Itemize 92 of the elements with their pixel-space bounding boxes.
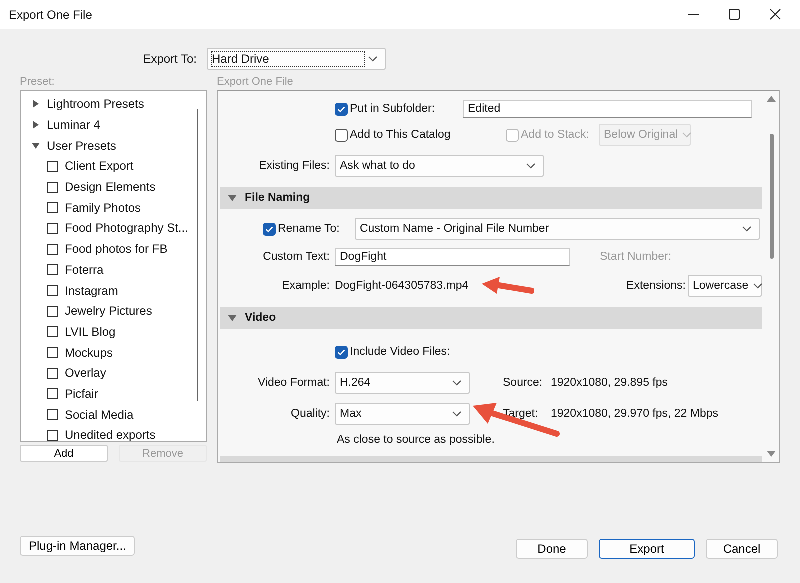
checkbox-label: Add to This Catalog [350, 129, 452, 141]
dialog-button[interactable]: Export [599, 538, 695, 558]
triangle-down-icon [32, 142, 40, 150]
preset-item[interactable]: Picfair [65, 386, 98, 401]
triangle-down-icon [228, 194, 237, 202]
extensions-dropdown[interactable]: Lowercase [688, 275, 762, 297]
checkbox[interactable] [47, 326, 58, 338]
chevron-down-icon [752, 283, 763, 289]
checkbox[interactable] [47, 222, 58, 234]
preset-item[interactable]: Design Elements [65, 180, 156, 194]
preset-item[interactable]: Food photos for FB [65, 242, 168, 256]
tree-folder[interactable]: Lightroom Presets [21, 94, 197, 115]
checkbox[interactable] [47, 285, 58, 296]
source-label: Source: [503, 377, 544, 389]
subfolder-field[interactable]: Edited [463, 100, 752, 118]
field-label: Example: [281, 280, 330, 292]
checkbox-label: Add to Stack: [521, 129, 590, 141]
preset-item[interactable]: Family Photos [65, 200, 142, 215]
preset-button[interactable]: Add [20, 445, 108, 462]
checkbox-label: Rename To: [278, 222, 340, 236]
checkbox-label: Include Video Files: [350, 346, 450, 358]
checkbox[interactable] [335, 128, 348, 142]
checkmark-icon [337, 348, 346, 356]
tree-folder[interactable]: Luminar 4 [21, 114, 197, 136]
window-title: Export One File [9, 8, 92, 22]
checkbox[interactable] [335, 346, 348, 358]
checkbox[interactable] [47, 347, 58, 358]
rename-dropdown[interactable]: Custom Name - Original File Number [355, 218, 760, 240]
preset-item[interactable]: LVIL Blog [65, 324, 116, 339]
checkbox[interactable] [47, 409, 58, 420]
field-label: Custom Text: [262, 251, 330, 263]
checkmark-icon [337, 104, 346, 114]
field-label: Start Number: [600, 251, 672, 263]
chevron-down-icon [682, 132, 692, 138]
chevron-down-icon [526, 163, 536, 169]
triangle-right-icon [32, 121, 40, 130]
checkbox[interactable] [47, 430, 58, 441]
checkbox[interactable] [47, 160, 58, 172]
preset-item[interactable]: Foterra [65, 262, 104, 277]
preset-item[interactable]: Social Media [65, 408, 134, 422]
section-header[interactable]: File Naming [220, 187, 762, 209]
preset-item[interactable]: Mockups [65, 346, 114, 360]
export-to-dropdown[interactable]: Hard Drive [207, 48, 386, 70]
field-label: Quality: [290, 408, 330, 420]
checkbox[interactable] [47, 202, 58, 214]
field-label: Extensions: [626, 280, 686, 292]
export-to-label: Export To: [142, 52, 198, 66]
chevron-down-icon [452, 411, 462, 417]
quality-dropdown[interactable]: Max [335, 403, 470, 425]
tree-folder[interactable]: User Presets [21, 135, 197, 156]
dialog-button[interactable]: Done [516, 538, 588, 558]
video-format-dropdown[interactable]: H.264 [335, 372, 470, 394]
checkbox-label: Put in Subfolder: [350, 103, 436, 115]
field-label: Video Format: [256, 377, 330, 389]
preset-item[interactable]: Food Photography St... [65, 221, 188, 236]
chevron-down-icon [452, 380, 462, 386]
dialog-button[interactable]: Cancel [706, 538, 778, 558]
preset-item[interactable]: Jewelry Pictures [65, 304, 152, 318]
checkbox[interactable] [47, 368, 58, 379]
chevron-down-icon [742, 226, 752, 232]
preset-item[interactable]: Client Export [65, 159, 134, 174]
preset-item[interactable]: Unedited exports [65, 428, 156, 442]
maximize-icon[interactable] [729, 9, 740, 20]
target-value: 1920x1080, 29.970 fps, 22 Mbps [551, 408, 719, 420]
triangle-down-icon [228, 314, 237, 322]
triangle-right-icon [32, 100, 40, 108]
custom-text-field[interactable]: DogFight [335, 248, 570, 266]
checkbox[interactable] [263, 222, 276, 236]
checkbox[interactable] [47, 244, 58, 255]
preset-label: Preset: [20, 76, 56, 90]
scroll-down-icon[interactable] [767, 451, 776, 457]
checkmark-icon [265, 224, 274, 234]
checkbox[interactable] [335, 102, 348, 116]
checkbox[interactable] [47, 264, 58, 276]
preset-item[interactable]: Instagram [65, 284, 118, 298]
close-icon[interactable] [770, 9, 781, 20]
field-label: Existing Files: [258, 160, 330, 172]
minimize-icon[interactable] [688, 14, 699, 16]
checkbox[interactable] [47, 182, 58, 193]
chevron-down-icon [368, 56, 378, 62]
scroll-up-icon[interactable] [767, 96, 776, 102]
preset-item[interactable]: Overlay [65, 366, 106, 380]
plugin-manager-button[interactable]: Plug-in Manager... [20, 536, 136, 556]
quality-hint: As close to source as possible. [337, 434, 495, 446]
existing-files-dropdown[interactable]: Ask what to do [335, 155, 544, 177]
target-label: Target: [503, 408, 540, 420]
panel-label: Export One File [217, 76, 294, 90]
example-filename: DogFight-064305783.mp4 [335, 280, 469, 292]
checkbox[interactable] [47, 306, 58, 317]
checkbox[interactable] [47, 388, 58, 400]
source-value: 1920x1080, 29.895 fps [551, 377, 668, 389]
section-header[interactable]: Video [220, 307, 762, 329]
